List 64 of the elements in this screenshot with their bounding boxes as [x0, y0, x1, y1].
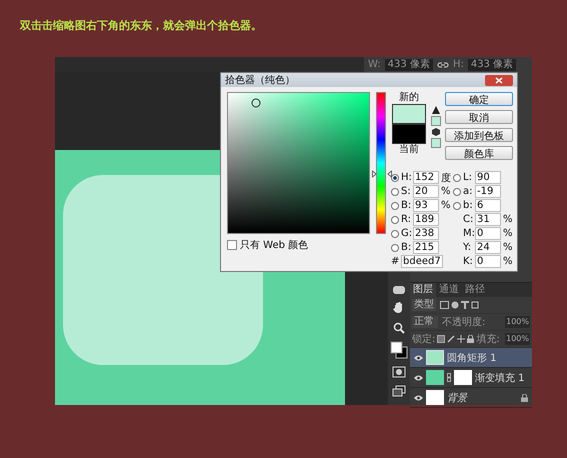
- filter-dropdown[interactable]: 类型: [412, 299, 436, 311]
- panel-tab[interactable]: 图层: [410, 283, 436, 297]
- unit-label: %: [503, 228, 513, 239]
- layer-row[interactable]: 背景: [410, 388, 532, 408]
- field-label: B:: [401, 200, 411, 211]
- value-field[interactable]: 93: [413, 199, 439, 212]
- dialog-button[interactable]: 确定: [445, 92, 513, 106]
- layer-row[interactable]: 渐变填充 1: [410, 368, 532, 388]
- blend-mode-dropdown[interactable]: 正常: [412, 316, 438, 328]
- fill-field[interactable]: 100%: [505, 333, 530, 345]
- field-label: R:: [401, 214, 411, 225]
- dialog-button[interactable]: 取消: [445, 110, 513, 124]
- dialog-button[interactable]: 添加到色板: [445, 128, 513, 142]
- field-label: C:: [463, 214, 473, 225]
- value-field[interactable]: 90: [475, 171, 501, 184]
- unit-label: %: [441, 200, 451, 211]
- field-label: Y:: [463, 242, 472, 253]
- dialog-title: 拾色器（纯色）: [225, 74, 295, 87]
- hex-label: #: [391, 256, 399, 267]
- value-field[interactable]: -19: [475, 185, 501, 198]
- field-label: G:: [401, 228, 411, 239]
- width-label: W:: [368, 59, 381, 70]
- value-field[interactable]: 215: [413, 241, 439, 254]
- value-field[interactable]: 0: [475, 227, 501, 240]
- unit-label: %: [503, 214, 513, 225]
- current-label: 当前: [399, 144, 419, 156]
- web-colors-label: 只有 Web 颜色: [240, 238, 308, 252]
- hex-field[interactable]: bdeed7: [401, 255, 443, 268]
- field-label: S:: [401, 186, 411, 197]
- panel-tab[interactable]: 路径: [462, 283, 488, 297]
- value-field[interactable]: 6: [475, 199, 501, 212]
- width-field[interactable]: 433 像素: [384, 58, 433, 70]
- layer-name: 渐变填充 1: [475, 372, 525, 384]
- height-field[interactable]: 433 像素: [468, 58, 516, 70]
- field-label: b:: [463, 200, 473, 211]
- layer-row[interactable]: 圆角矩形 1: [410, 348, 532, 368]
- field-label: L:: [463, 172, 473, 183]
- value-field[interactable]: 20: [413, 185, 439, 198]
- field-label: B:: [401, 242, 411, 253]
- layer-name: 圆角矩形 1: [447, 352, 497, 364]
- value-field[interactable]: 189: [413, 213, 439, 226]
- unit-label: %: [503, 256, 513, 267]
- opacity-field[interactable]: 100%: [505, 316, 530, 328]
- field-label: a:: [463, 186, 473, 197]
- value-field[interactable]: 0: [475, 255, 501, 268]
- field-label: H:: [401, 172, 411, 183]
- lock-label: 锁定:: [412, 332, 436, 346]
- field-label: M:: [463, 228, 473, 239]
- opacity-label: 不透明度:: [442, 316, 486, 329]
- height-label: H:: [452, 59, 464, 70]
- unit-label: %: [503, 242, 513, 253]
- dialog-button[interactable]: 颜色库: [445, 146, 513, 160]
- unit-label: 度: [441, 172, 451, 184]
- fill-label: 填充:: [476, 332, 500, 346]
- field-label: K:: [463, 256, 473, 267]
- value-field[interactable]: 152: [413, 171, 439, 184]
- value-field[interactable]: 238: [413, 227, 439, 240]
- value-field[interactable]: 24: [475, 241, 501, 254]
- new-label: 新的: [399, 92, 419, 104]
- layer-name: 背景: [447, 392, 467, 404]
- caption-text: 双击击缩略图右下角的东东，就会弹出个拾色器。: [20, 18, 262, 33]
- panel-tab[interactable]: 通道: [436, 283, 462, 297]
- value-field[interactable]: 31: [475, 213, 501, 226]
- unit-label: %: [441, 186, 451, 197]
